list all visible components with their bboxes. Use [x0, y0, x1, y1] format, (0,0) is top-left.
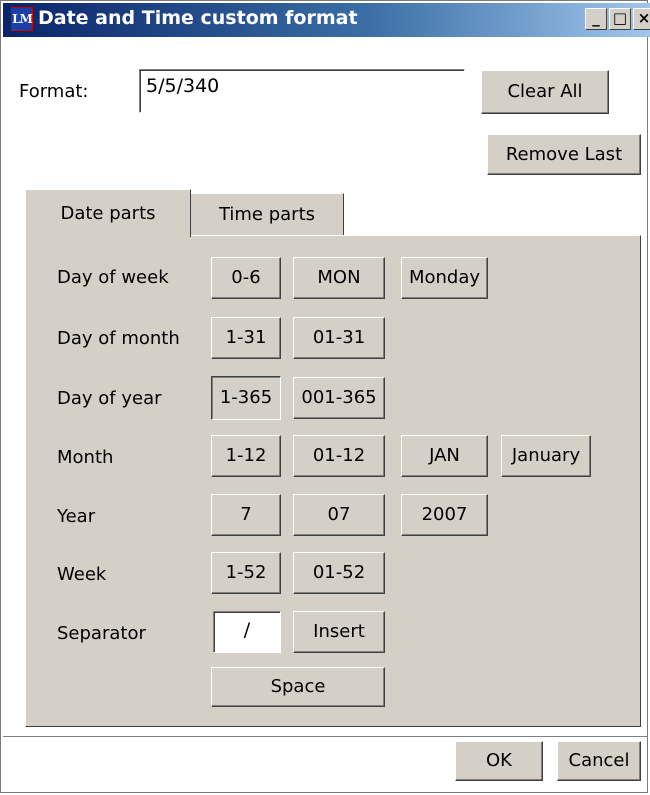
format-label: Format:: [19, 81, 89, 102]
year-2007-button[interactable]: 2007: [401, 494, 488, 536]
day-of-week-monday-button[interactable]: Monday: [401, 257, 488, 299]
remove-last-button[interactable]: Remove Last: [487, 134, 641, 175]
maximize-icon[interactable]: □: [609, 8, 631, 30]
title-bar[interactable]: LM Date and Time custom format _ □ ×: [3, 3, 650, 37]
divider: [3, 736, 647, 740]
month-01-12-button[interactable]: 01-12: [293, 435, 385, 477]
dialog-window: LM Date and Time custom format _ □ × For…: [0, 0, 650, 793]
tab-time-parts[interactable]: Time parts: [190, 193, 344, 235]
cancel-button[interactable]: Cancel: [557, 741, 641, 781]
week-1-52-button[interactable]: 1-52: [211, 552, 281, 594]
day-of-year-1-365-button[interactable]: 1-365: [211, 376, 281, 420]
day-of-week-0-6-button[interactable]: 0-6: [211, 257, 281, 299]
day-of-week-mon-button[interactable]: MON: [293, 257, 385, 299]
format-input[interactable]: 5/5/340: [139, 69, 465, 113]
row-label-year: Year: [57, 506, 96, 527]
date-parts-panel: [25, 235, 641, 727]
row-label-day-of-year: Day of year: [57, 388, 162, 409]
row-label-separator: Separator: [57, 623, 146, 644]
minimize-icon[interactable]: _: [585, 8, 607, 30]
close-icon[interactable]: ×: [633, 8, 650, 30]
day-of-month-1-31-button[interactable]: 1-31: [211, 317, 281, 359]
ok-button[interactable]: OK: [455, 741, 543, 781]
day-of-year-001-365-button[interactable]: 001-365: [293, 377, 385, 419]
year-7-button[interactable]: 7: [211, 494, 281, 536]
separator-input[interactable]: /: [213, 611, 281, 653]
day-of-month-01-31-button[interactable]: 01-31: [293, 317, 385, 359]
window-title: Date and Time custom format: [38, 7, 358, 29]
month-1-12-button[interactable]: 1-12: [211, 435, 281, 477]
insert-button[interactable]: Insert: [293, 611, 385, 653]
month-jan-button[interactable]: JAN: [401, 435, 488, 477]
tab-date-parts[interactable]: Date parts: [25, 189, 191, 237]
app-logo-icon: LM: [11, 7, 33, 31]
month-january-button[interactable]: January: [501, 435, 591, 477]
row-label-day-of-week: Day of week: [57, 267, 169, 288]
year-07-button[interactable]: 07: [293, 494, 385, 536]
space-button[interactable]: Space: [211, 667, 385, 707]
row-label-month: Month: [57, 447, 114, 468]
row-label-week: Week: [57, 564, 107, 585]
week-01-52-button[interactable]: 01-52: [293, 552, 385, 594]
row-label-day-of-month: Day of month: [57, 328, 180, 349]
clear-all-button[interactable]: Clear All: [481, 70, 609, 114]
